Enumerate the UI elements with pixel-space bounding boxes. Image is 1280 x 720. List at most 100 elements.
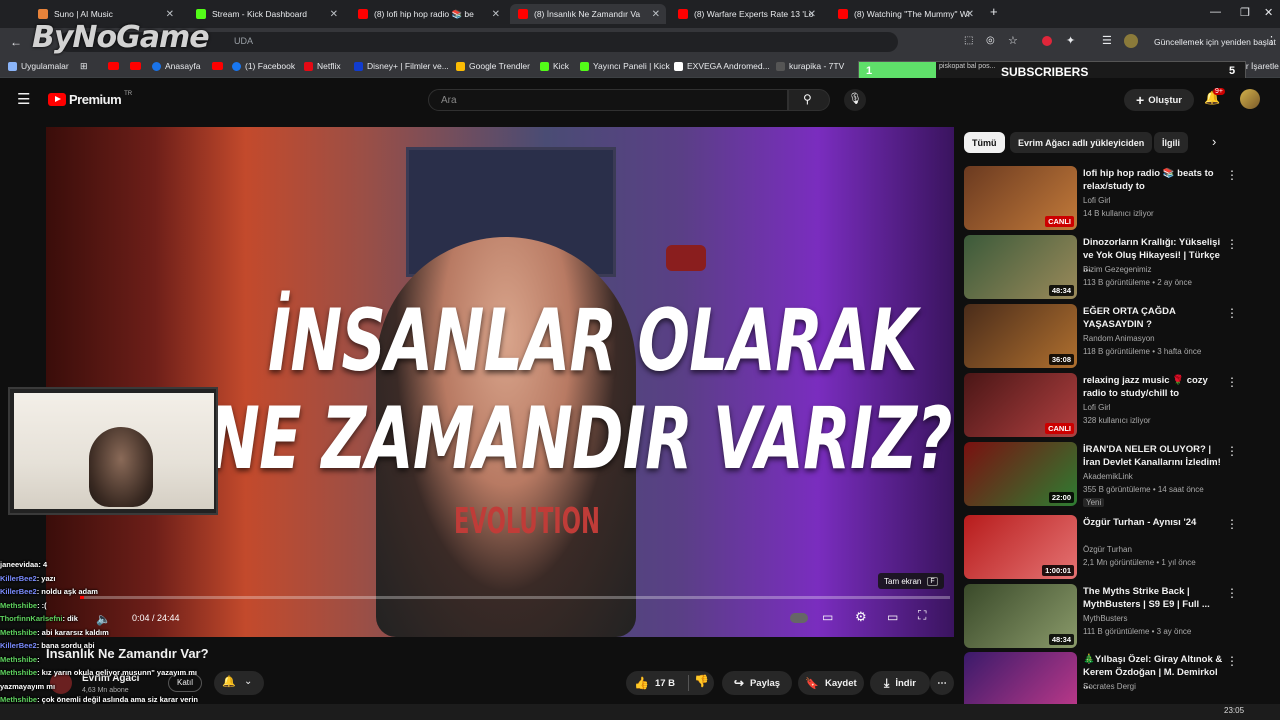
theater-mode-icon[interactable]: ▭ bbox=[887, 610, 898, 624]
recommendation-channel[interactable]: MythBusters bbox=[1083, 614, 1127, 623]
like-count[interactable]: 17 B bbox=[655, 678, 675, 689]
bookmark-item[interactable]: Google Trendler bbox=[456, 61, 530, 71]
bookmark-item[interactable]: Disney+ | Filmler ve... bbox=[354, 61, 449, 71]
kebab-menu-icon[interactable]: ⋮ bbox=[1226, 168, 1238, 182]
subscribed-button[interactable]: 🔔 ⌄ bbox=[214, 671, 264, 695]
kebab-menu-icon[interactable]: ⋮ bbox=[1226, 586, 1238, 600]
youtube-bookmark-icon[interactable] bbox=[212, 62, 223, 70]
chat-username[interactable]: ThorfinnKarlsefni bbox=[0, 614, 63, 623]
search-button[interactable]: ⚲ bbox=[788, 89, 830, 111]
recommendation-item[interactable]: 48:34 Dinozorların Krallığı: Yükselişi ve… bbox=[964, 235, 1264, 299]
close-icon[interactable]: ✕ bbox=[966, 9, 974, 20]
chip-all[interactable]: Tümü bbox=[964, 132, 1005, 153]
account-avatar[interactable] bbox=[1240, 89, 1260, 109]
thumbs-down-icon[interactable]: 👎 bbox=[694, 674, 709, 688]
recommendation-item[interactable]: 36:08 EĞER ORTA ÇAĞDA YAŞASAYDIN ? Random … bbox=[964, 304, 1264, 368]
reading-list-icon[interactable]: ☰ bbox=[1102, 34, 1112, 47]
recommendation-title[interactable]: EĞER ORTA ÇAĞDA YAŞASAYDIN ? bbox=[1083, 305, 1223, 331]
chat-username[interactable]: KillerBee2 bbox=[0, 574, 37, 583]
microphone-icon[interactable]: 🎙 bbox=[844, 89, 866, 111]
bookmark-apps[interactable]: Uygulamalar bbox=[8, 61, 69, 71]
download-button[interactable]: ⤓ İndir bbox=[870, 671, 930, 695]
subtitles-icon[interactable]: ▭ bbox=[822, 610, 833, 624]
chat-username[interactable]: KillerBee2 bbox=[0, 587, 37, 596]
maximize-button[interactable]: ❐ bbox=[1240, 6, 1250, 19]
video-thumbnail[interactable]: 1:00:01 bbox=[964, 515, 1077, 579]
bookmark-item[interactable]: (1) Facebook bbox=[232, 61, 295, 71]
bookmark-item[interactable]: kurapika - 7TV bbox=[776, 61, 844, 71]
recommendation-item[interactable]: CANLI relaxing jazz music 🌹 cozy radio to… bbox=[964, 373, 1264, 437]
recommendation-title[interactable]: lofi hip hop radio 📚 beats to relax/stud… bbox=[1083, 167, 1223, 193]
bookmark-item[interactable]: EXVEGA Andromed... bbox=[674, 61, 770, 71]
recommendation-channel[interactable]: AkademikLink bbox=[1083, 472, 1133, 481]
recommendation-channel[interactable]: Random Animasyon bbox=[1083, 334, 1155, 343]
close-icon[interactable]: ✕ bbox=[808, 9, 816, 20]
video-thumbnail[interactable]: 48:34 bbox=[964, 584, 1077, 648]
browser-tab-active[interactable]: (8) İnsanlık Ne Zamandır Va ✕ bbox=[510, 4, 666, 24]
chat-username[interactable]: Methshibe bbox=[0, 601, 37, 610]
recommendation-channel[interactable]: Bizim Gezegenimiz bbox=[1083, 265, 1151, 274]
recommendation-channel[interactable]: Lofi Girl bbox=[1083, 403, 1111, 412]
recommendation-title[interactable]: The Myths Strike Back | MythBusters | S9… bbox=[1083, 585, 1223, 611]
kebab-menu-icon[interactable]: ⋮ bbox=[1266, 34, 1277, 47]
video-thumbnail[interactable]: 48:34 bbox=[964, 235, 1077, 299]
chat-username[interactable]: janeevidaa bbox=[0, 560, 38, 569]
share-button[interactable]: ↪ Paylaş bbox=[722, 671, 792, 695]
chat-username[interactable]: Methshibe bbox=[0, 628, 37, 637]
recommendation-item[interactable]: 22:00 İRAN'DA NELER OLUYOR? | İran Devlet… bbox=[964, 442, 1264, 507]
chevron-right-icon[interactable]: › bbox=[1212, 134, 1216, 149]
cast-icon[interactable]: ⬚ bbox=[964, 35, 973, 46]
new-tab-button[interactable]: + bbox=[990, 4, 998, 19]
bookmark-item[interactable]: Kick bbox=[540, 61, 569, 71]
kebab-menu-icon[interactable]: ⋮ bbox=[1226, 654, 1238, 668]
fullscreen-icon[interactable]: ⛶ bbox=[918, 608, 926, 623]
window-close-button[interactable]: ✕ bbox=[1264, 6, 1273, 19]
profile-avatar[interactable] bbox=[1124, 34, 1138, 48]
recommendation-item[interactable]: 48:34 The Myths Strike Back | MythBusters… bbox=[964, 584, 1264, 648]
video-thumbnail[interactable]: CANLI bbox=[964, 373, 1077, 437]
extension-icon[interactable] bbox=[1042, 36, 1052, 46]
hamburger-menu-icon[interactable]: ☰ bbox=[17, 90, 30, 108]
video-thumbnail[interactable]: CANLI bbox=[964, 166, 1077, 230]
update-button[interactable]: Güncellemek için yeniden başlat bbox=[1154, 37, 1276, 47]
eye-off-icon[interactable]: ◎ bbox=[986, 35, 995, 46]
youtube-bookmark-icon[interactable] bbox=[130, 62, 141, 70]
kebab-menu-icon[interactable]: ⋮ bbox=[1226, 306, 1238, 320]
close-icon[interactable]: ✕ bbox=[652, 9, 660, 20]
puzzle-icon[interactable]: ✦ bbox=[1066, 34, 1075, 47]
kebab-menu-icon[interactable]: ⋮ bbox=[1226, 237, 1238, 251]
browser-tab[interactable]: (8) Warfare Experts Rate 13 'Lo ✕ bbox=[670, 4, 822, 24]
youtube-logo[interactable]: Premium TR bbox=[48, 91, 132, 107]
chat-username[interactable]: Methshibe bbox=[0, 668, 37, 677]
star-icon[interactable]: ☆ bbox=[1008, 34, 1018, 47]
browser-tab[interactable]: Stream - Kick Dashboard ✕ bbox=[188, 4, 344, 24]
kebab-menu-icon[interactable]: ⋮ bbox=[1226, 444, 1238, 458]
save-button[interactable]: 🔖 Kaydet bbox=[798, 671, 864, 695]
chat-username[interactable]: Methshibe bbox=[0, 655, 37, 664]
create-button[interactable]: + Oluştur bbox=[1124, 89, 1194, 111]
recommendation-item[interactable]: 1:00:01 Özgür Turhan - Aynısı '24 Özgür Tu… bbox=[964, 515, 1264, 579]
more-actions-button[interactable]: ⋯ bbox=[930, 671, 954, 695]
thumbs-up-icon[interactable]: 👍 bbox=[634, 676, 649, 690]
bookmark-item[interactable]: Netflix bbox=[304, 61, 341, 71]
close-icon[interactable]: ✕ bbox=[492, 9, 500, 20]
autoplay-toggle[interactable] bbox=[790, 613, 808, 623]
bookmark-item[interactable]: Anasayfa bbox=[152, 61, 200, 71]
chip-related[interactable]: İlgili bbox=[1154, 132, 1188, 153]
recommendation-channel[interactable]: Lofi Girl bbox=[1083, 196, 1111, 205]
close-icon[interactable]: ✕ bbox=[166, 9, 174, 20]
chat-username[interactable]: Methshibe bbox=[0, 695, 37, 704]
bookmark-item[interactable]: Yayıncı Paneli | Kick bbox=[580, 61, 670, 71]
back-arrow-icon[interactable]: ← bbox=[10, 35, 22, 49]
browser-tab[interactable]: (8) Watching "The Mummy" Wi ✕ bbox=[830, 4, 980, 24]
chip-channel[interactable]: Evrim Ağacı adlı yükleyiciden bbox=[1010, 132, 1153, 153]
browser-tab[interactable]: (8) lofi hip hop radio 📚 be ✕ bbox=[350, 4, 506, 24]
recommendation-channel[interactable]: Özgür Turhan bbox=[1083, 545, 1132, 554]
settings-gear-icon[interactable]: ⚙ bbox=[855, 609, 867, 625]
kebab-menu-icon[interactable]: ⋮ bbox=[1226, 375, 1238, 389]
video-thumbnail[interactable]: 36:08 bbox=[964, 304, 1077, 368]
recommendation-channel[interactable]: Socrates Dergi bbox=[1083, 682, 1136, 691]
youtube-bookmark-icon[interactable] bbox=[108, 62, 119, 70]
search-input[interactable]: Ara bbox=[428, 89, 788, 111]
recommendation-title[interactable]: Özgür Turhan - Aynısı '24 bbox=[1083, 516, 1223, 529]
